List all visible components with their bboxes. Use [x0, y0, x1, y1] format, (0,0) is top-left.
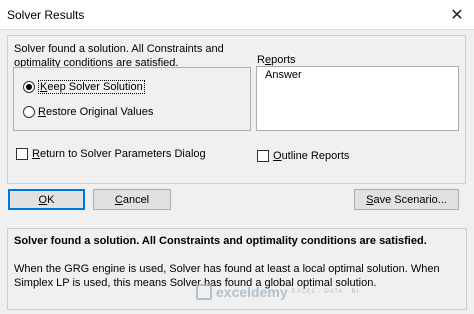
watermark-name: exceldemy [216, 284, 288, 300]
exceldemy-logo-icon [196, 284, 212, 300]
solution-options-group [13, 67, 251, 131]
outline-checkbox-label: Outline Reports [273, 150, 350, 162]
restore-values-label: Restore Original Values [38, 106, 154, 118]
return-checkbox-box[interactable] [16, 148, 28, 160]
watermark-tagline: EXCEL · DATA · BI [291, 289, 360, 295]
keep-solution-radio[interactable] [23, 81, 35, 93]
reports-label: Reports [257, 54, 296, 66]
close-icon[interactable]: ✕ [440, 0, 474, 29]
outline-reports-checkbox[interactable]: Outline Reports [257, 150, 349, 162]
restore-values-radio[interactable] [23, 106, 35, 118]
restore-values-option[interactable]: Restore Original Values [23, 106, 153, 118]
outline-checkbox-box[interactable] [257, 150, 269, 162]
return-checkbox-label: Return to Solver Parameters Dialog [32, 148, 206, 160]
keep-solution-option[interactable]: Keep Solver Solution [23, 80, 145, 94]
save-scenario-button[interactable]: Save Scenario... [354, 189, 459, 210]
report-item-answer[interactable]: Answer [265, 69, 302, 81]
title-bar: Solver Results ✕ [0, 0, 474, 30]
keep-solution-label: Keep Solver Solution [38, 80, 145, 94]
reports-list[interactable]: Answer [256, 66, 459, 131]
window-title: Solver Results [7, 8, 85, 22]
exceldemy-watermark: exceldemy EXCEL · DATA · BI [196, 284, 359, 300]
return-to-parameters-checkbox[interactable]: Return to Solver Parameters Dialog [16, 148, 206, 160]
cancel-button[interactable]: Cancel [93, 189, 171, 210]
ok-button[interactable]: OK [8, 189, 85, 210]
description-title: Solver found a solution. All Constraints… [14, 235, 427, 247]
solver-message: Solver found a solution. All Constraints… [14, 43, 224, 69]
